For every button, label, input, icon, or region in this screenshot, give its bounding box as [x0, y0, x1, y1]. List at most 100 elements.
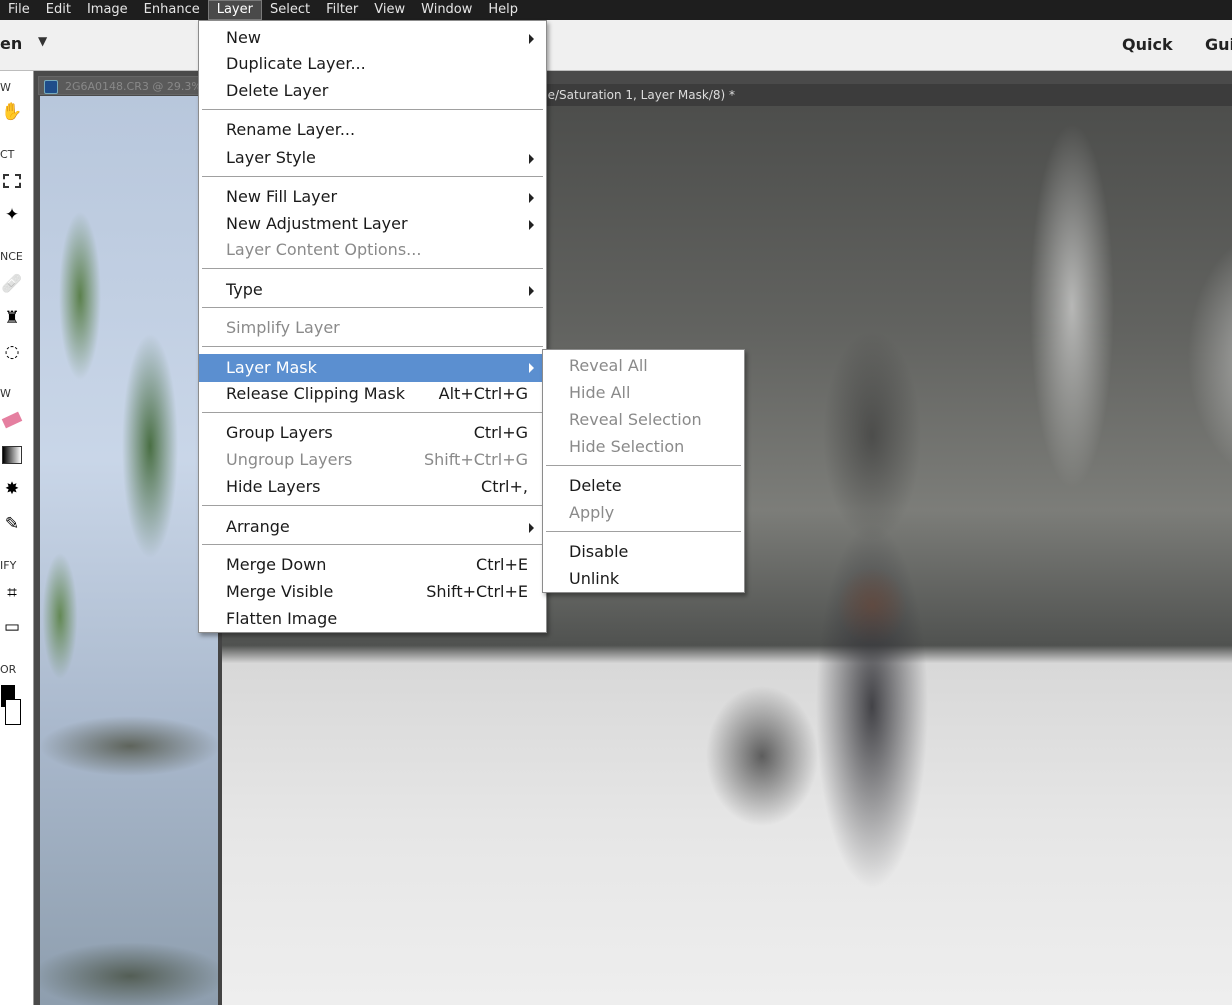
- menu-separator: [546, 465, 741, 466]
- menu-image[interactable]: Image: [79, 0, 136, 20]
- menu-item-flatten-image[interactable]: Flatten Image: [199, 606, 546, 632]
- menu-item-label: Disable: [569, 542, 629, 561]
- menu-separator: [202, 412, 543, 413]
- menu-item-new[interactable]: New: [199, 25, 546, 51]
- menu-item-type[interactable]: Type: [199, 277, 546, 303]
- menu-item-label: Layer Content Options...: [226, 240, 422, 259]
- menu-item-layer-content-options[interactable]: Layer Content Options...: [199, 237, 546, 263]
- menu-item-label: Ungroup Layers: [226, 450, 353, 469]
- menu-item-shortcut: Shift+Ctrl+G: [423, 450, 528, 469]
- chevron-down-icon[interactable]: ▼: [38, 34, 47, 48]
- tab-guided[interactable]: Gui: [1205, 35, 1232, 54]
- layer-mask-submenu: Reveal All Hide All Reveal Selection Hid…: [542, 349, 745, 593]
- menu-item-group-layers[interactable]: Group Layers Ctrl+G: [199, 420, 546, 446]
- menu-item-simplify-layer[interactable]: Simplify Layer: [199, 315, 546, 341]
- lasso-icon[interactable]: ◌: [0, 341, 24, 363]
- menu-item-label: Delete Layer: [226, 81, 329, 100]
- submenu-item-hide-all[interactable]: Hide All: [543, 380, 744, 406]
- menu-window[interactable]: Window: [413, 0, 480, 20]
- gradient-icon[interactable]: [0, 444, 24, 466]
- menu-item-label: Hide Layers: [226, 477, 321, 496]
- menu-item-label: Unlink: [569, 569, 620, 588]
- menu-item-new-adjustment-layer[interactable]: New Adjustment Layer: [199, 211, 546, 237]
- toolbox-section-view: W: [0, 81, 11, 94]
- menu-view[interactable]: View: [366, 0, 413, 20]
- shape-icon[interactable]: ✸: [0, 478, 24, 500]
- menu-select[interactable]: Select: [262, 0, 318, 20]
- menu-item-rename-layer[interactable]: Rename Layer...: [199, 117, 546, 143]
- menu-filter[interactable]: Filter: [318, 0, 366, 20]
- menu-layer[interactable]: Layer: [207, 0, 262, 20]
- eucalyptus-photo-canvas[interactable]: [40, 96, 222, 1005]
- menu-item-delete-layer[interactable]: Delete Layer: [199, 78, 546, 104]
- chevron-right-icon: [529, 286, 534, 296]
- menu-enhance[interactable]: Enhance: [136, 0, 208, 20]
- hand-icon[interactable]: ✋: [0, 101, 24, 123]
- menu-item-hide-layers[interactable]: Hide Layers Ctrl+,: [199, 474, 546, 500]
- menu-help[interactable]: Help: [480, 0, 526, 20]
- chevron-right-icon: [529, 220, 534, 230]
- menu-item-shortcut: Ctrl+E: [476, 555, 528, 574]
- menu-edit[interactable]: Edit: [38, 0, 79, 20]
- menu-item-shortcut: Alt+Ctrl+G: [438, 384, 528, 403]
- menu-item-label: Reveal Selection: [569, 410, 702, 429]
- menu-item-label: Merge Visible: [226, 582, 334, 601]
- menu-item-label: Merge Down: [226, 555, 327, 574]
- document-title: ue/Saturation 1, Layer Mask/8) *: [540, 88, 736, 102]
- menu-item-label: Layer Mask: [226, 358, 317, 377]
- submenu-item-apply[interactable]: Apply: [543, 500, 744, 526]
- color-swatch-icon[interactable]: [0, 685, 24, 725]
- menu-item-label: Layer Style: [226, 148, 316, 167]
- menu-item-ungroup-layers[interactable]: Ungroup Layers Shift+Ctrl+G: [199, 447, 546, 473]
- menu-bar: File Edit Image Enhance Layer Select Fil…: [0, 0, 1232, 20]
- menu-item-label: Flatten Image: [226, 609, 338, 628]
- menu-item-new-fill-layer[interactable]: New Fill Layer: [199, 184, 546, 210]
- mode-selector[interactable]: en: [0, 34, 22, 53]
- app-logo-icon: [44, 80, 58, 94]
- menu-item-label: Rename Layer...: [226, 120, 356, 139]
- menu-item-label: Group Layers: [226, 423, 333, 442]
- chevron-right-icon: [529, 34, 534, 44]
- submenu-item-delete[interactable]: Delete: [543, 473, 744, 499]
- menu-item-label: Reveal All: [569, 356, 648, 375]
- menu-separator: [202, 109, 543, 110]
- stamp-icon[interactable]: ♜: [0, 307, 24, 329]
- toolbox-section-modify: IFY: [0, 559, 17, 572]
- menu-item-label: Delete: [569, 476, 622, 495]
- menu-item-shortcut: Shift+Ctrl+E: [426, 582, 528, 601]
- chevron-right-icon: [529, 523, 534, 533]
- menu-item-layer-mask[interactable]: Layer Mask: [199, 354, 546, 382]
- menu-item-release-clipping-mask[interactable]: Release Clipping Mask Alt+Ctrl+G: [199, 381, 546, 407]
- menu-item-label: New Adjustment Layer: [226, 214, 408, 233]
- menu-item-duplicate-layer[interactable]: Duplicate Layer...: [199, 51, 546, 77]
- menu-item-arrange[interactable]: Arrange: [199, 514, 546, 540]
- menu-item-merge-down[interactable]: Merge Down Ctrl+E: [199, 552, 546, 578]
- submenu-item-reveal-all[interactable]: Reveal All: [543, 353, 744, 379]
- menu-separator: [202, 346, 543, 347]
- toolbox-section-select: CT: [0, 148, 15, 161]
- menu-item-shortcut: Ctrl+,: [481, 477, 528, 496]
- crop-icon[interactable]: ⌗: [0, 582, 24, 604]
- menu-separator: [202, 268, 543, 269]
- pencil-icon[interactable]: ✎: [0, 513, 24, 535]
- submenu-item-hide-selection[interactable]: Hide Selection: [543, 434, 744, 460]
- menu-item-label: Duplicate Layer...: [226, 54, 366, 73]
- straighten-icon[interactable]: ▭: [0, 616, 24, 638]
- menu-separator: [546, 531, 741, 532]
- toolbox-section-draw: W: [0, 387, 11, 400]
- toolbox-section-enhance: NCE: [0, 250, 23, 263]
- eraser-icon[interactable]: [0, 409, 24, 431]
- healing-icon[interactable]: 🩹: [0, 273, 24, 295]
- menu-item-label: Type: [226, 280, 263, 299]
- toolbox: W ✋ CT ✦ NCE 🩹 ♜ ◌ W ✸ ✎ IFY ⌗ ▭ OR: [0, 71, 34, 1005]
- submenu-item-disable[interactable]: Disable: [543, 539, 744, 565]
- submenu-item-unlink[interactable]: Unlink: [543, 566, 744, 592]
- menu-item-layer-style[interactable]: Layer Style: [199, 145, 546, 171]
- magic-wand-icon[interactable]: ✦: [0, 204, 24, 226]
- marquee-icon[interactable]: [0, 170, 24, 192]
- menu-file[interactable]: File: [0, 0, 38, 20]
- menu-item-merge-visible[interactable]: Merge Visible Shift+Ctrl+E: [199, 579, 546, 605]
- submenu-item-reveal-selection[interactable]: Reveal Selection: [543, 407, 744, 433]
- chevron-right-icon: [529, 154, 534, 164]
- tab-quick[interactable]: Quick: [1122, 35, 1173, 54]
